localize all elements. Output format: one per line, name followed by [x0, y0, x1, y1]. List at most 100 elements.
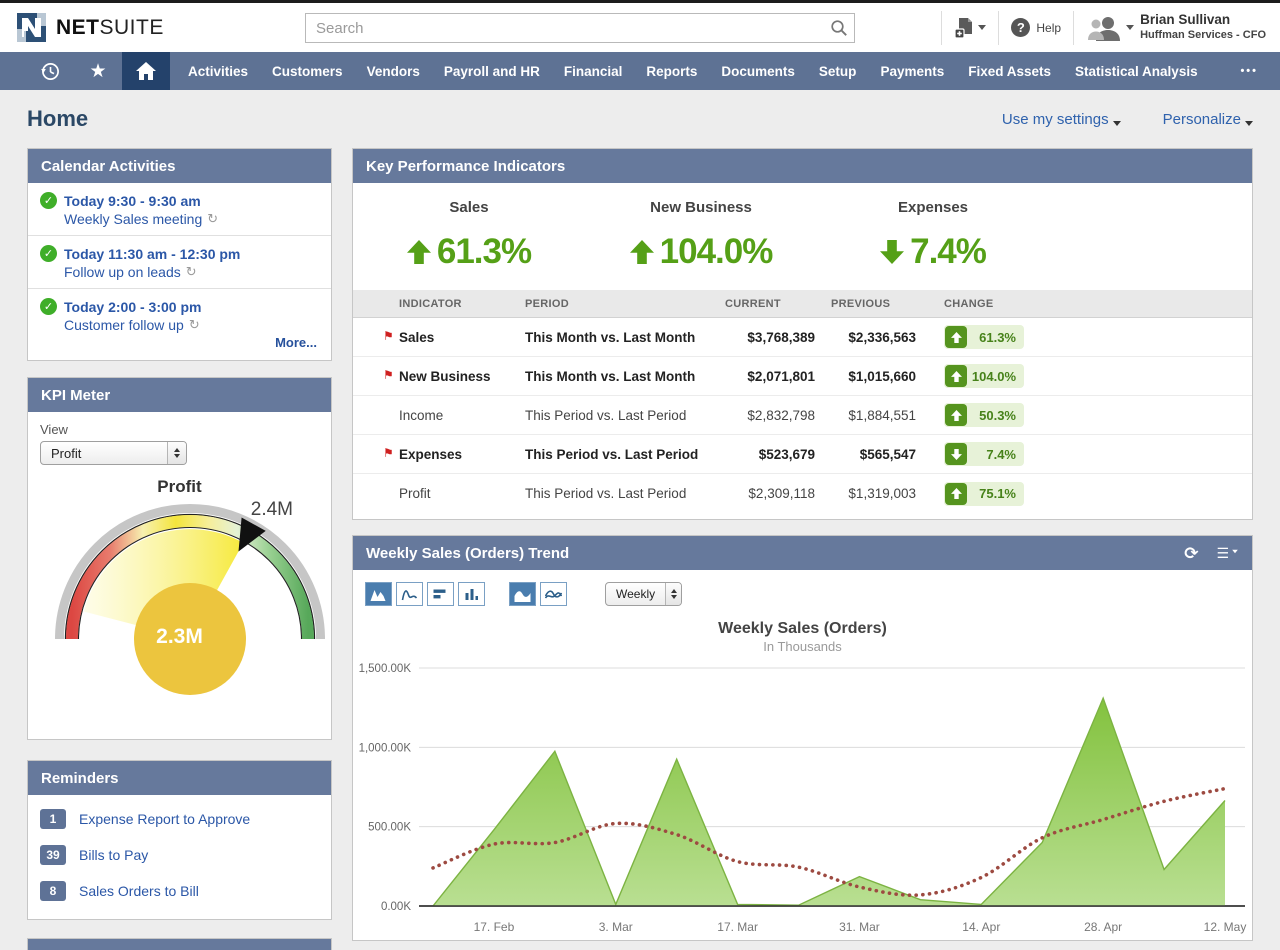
- kpi-highlight-sales[interactable]: Sales 61.3%: [353, 199, 585, 272]
- recurring-icon: ↻: [186, 264, 197, 280]
- kpi-row-income[interactable]: Income This Period vs. Last Period $2,83…: [353, 396, 1252, 435]
- svg-text:17. Feb: 17. Feb: [474, 920, 515, 934]
- kpi-view-select[interactable]: Profit: [40, 441, 187, 465]
- svg-text:28. Apr: 28. Apr: [1084, 920, 1122, 934]
- up-arrow-icon: [945, 365, 967, 387]
- chart-type-area-button[interactable]: [365, 582, 392, 606]
- netsuite-logo[interactable]: NETSUITE: [0, 12, 290, 43]
- recurring-icon: ↻: [189, 317, 200, 333]
- multi-line-button[interactable]: [540, 582, 567, 606]
- weekly-sales-trend-header[interactable]: Weekly Sales (Orders) Trend ⟳ ☰: [353, 536, 1252, 570]
- nav-item-reports[interactable]: Reports: [634, 64, 709, 79]
- col-current[interactable]: CURRENT: [725, 298, 815, 310]
- kpi-row-expenses[interactable]: ⚑Expenses This Period vs. Last Period $5…: [353, 435, 1252, 474]
- gauge-dial: [40, 499, 340, 699]
- settings-header[interactable]: Settings: [28, 939, 331, 950]
- kpi-meter-panel: KPI Meter View Profit Profit 2.4M: [27, 377, 332, 740]
- calendar-event[interactable]: ✓Today 11:30 am - 12:30 pm Follow up on …: [28, 236, 331, 289]
- event-name[interactable]: Weekly Sales meeting: [64, 211, 202, 227]
- kpi-panel-title: Key Performance Indicators: [366, 158, 565, 175]
- nav-item-vendors[interactable]: Vendors: [355, 64, 432, 79]
- weekly-sales-trend-title: Weekly Sales (Orders) Trend: [366, 545, 569, 562]
- kpi-row-new-business[interactable]: ⚑New Business This Month vs. Last Month …: [353, 357, 1252, 396]
- trend-up-arrow-icon: [630, 236, 654, 268]
- history-clock-icon: [40, 61, 61, 82]
- col-previous[interactable]: PREVIOUS: [831, 298, 916, 310]
- reminder-sales-orders[interactable]: 8 Sales Orders to Bill: [28, 873, 331, 909]
- reminder-expense-reports[interactable]: 1 Expense Report to Approve: [28, 801, 331, 837]
- nav-item-setup[interactable]: Setup: [807, 64, 869, 79]
- nav-item-documents[interactable]: Documents: [709, 64, 807, 79]
- count-badge: 8: [40, 881, 66, 901]
- chevron-down-icon: [1113, 121, 1121, 126]
- event-name[interactable]: Follow up on leads: [64, 264, 181, 280]
- nav-item-statistical-analysis[interactable]: Statistical Analysis: [1063, 64, 1210, 79]
- help-label: Help: [1036, 21, 1061, 35]
- chart-type-column-button[interactable]: [458, 582, 485, 606]
- netsuite-logo-icon: [16, 12, 47, 43]
- chart-type-hbar-button[interactable]: [427, 582, 454, 606]
- reminder-bills-to-pay[interactable]: 39 Bills to Pay: [28, 837, 331, 873]
- nav-item-payroll-hr[interactable]: Payroll and HR: [432, 64, 552, 79]
- calendar-event[interactable]: ✓Today 9:30 - 9:30 am Weekly Sales meeti…: [28, 183, 331, 236]
- kpi-meter-header[interactable]: KPI Meter: [28, 378, 331, 412]
- smooth-area-button[interactable]: [509, 582, 536, 606]
- refresh-icon[interactable]: ⟳: [1184, 545, 1198, 562]
- kpi-row-profit[interactable]: Profit This Period vs. Last Period $2,30…: [353, 474, 1252, 513]
- event-time: Today 2:00 - 3:00 pm: [64, 299, 201, 315]
- nav-item-customers[interactable]: Customers: [260, 64, 355, 79]
- kpi-panel-header[interactable]: Key Performance Indicators: [353, 149, 1252, 183]
- col-indicator[interactable]: INDICATOR: [353, 298, 525, 310]
- header-actions: ? Help Brian Sullivan Huffman Services -…: [929, 3, 1280, 52]
- select-stepper-icon: [665, 583, 681, 605]
- recent-records-button[interactable]: [26, 52, 74, 90]
- kpi-highlight-new-business[interactable]: New Business 104.0%: [585, 199, 817, 272]
- col-period[interactable]: PERIOD: [525, 298, 725, 310]
- kpi-highlight-expenses[interactable]: Expenses 7.4%: [817, 199, 1049, 272]
- chart-type-line-button[interactable]: [396, 582, 423, 606]
- calendar-event[interactable]: ✓Today 2:00 - 3:00 pm Customer follow up…: [28, 289, 331, 360]
- calendar-more-link[interactable]: More...: [40, 333, 319, 352]
- netsuite-dashboard: NETSUITE ? Help: [0, 0, 1280, 950]
- nav-item-activities[interactable]: Activities: [176, 64, 260, 79]
- personalize-label: Personalize: [1163, 111, 1241, 128]
- calendar-activities-header[interactable]: Calendar Activities: [28, 149, 331, 183]
- flag-icon: ⚑: [383, 329, 394, 343]
- settings-panel: Settings: [27, 938, 332, 950]
- svg-text:500.00K: 500.00K: [368, 822, 411, 834]
- flag-icon: ⚑: [383, 368, 394, 382]
- kpi-highlights: Sales 61.3% New Business 104.0%: [353, 183, 1252, 290]
- event-time: Today 9:30 - 9:30 am: [64, 193, 201, 209]
- panel-menu-icon[interactable]: ☰: [1216, 545, 1239, 562]
- chart-subtitle: In Thousands: [353, 639, 1252, 654]
- weekly-sales-chart[interactable]: 0.00K500.00K1,000.00K1,500.00K17. Feb3. …: [357, 658, 1245, 940]
- home-tab[interactable]: [122, 52, 170, 90]
- col-change[interactable]: CHANGE: [944, 298, 993, 310]
- use-my-settings-button[interactable]: Use my settings: [1002, 111, 1121, 128]
- personalize-button[interactable]: Personalize: [1163, 111, 1253, 128]
- nav-item-financial[interactable]: Financial: [552, 64, 635, 79]
- user-name: Brian Sullivan: [1140, 12, 1266, 29]
- kpi-view-value: Profit: [41, 446, 167, 461]
- svg-text:17. Mar: 17. Mar: [717, 920, 758, 934]
- kpi-highlight-value: 104.0%: [660, 232, 773, 272]
- create-new-button[interactable]: [954, 17, 986, 39]
- svg-text:1,000.00K: 1,000.00K: [359, 742, 412, 754]
- kpi-row-sales[interactable]: ⚑Sales This Month vs. Last Month $3,768,…: [353, 318, 1252, 357]
- reminders-header[interactable]: Reminders: [28, 761, 331, 795]
- kpi-highlight-value: 7.4%: [910, 232, 986, 272]
- shortcuts-button[interactable]: ★: [74, 52, 122, 90]
- event-name[interactable]: Customer follow up: [64, 317, 184, 333]
- nav-item-fixed-assets[interactable]: Fixed Assets: [956, 64, 1063, 79]
- search-icon[interactable]: [824, 19, 854, 37]
- search-input[interactable]: [306, 20, 824, 37]
- calendar-activities-panel: Calendar Activities ✓Today 9:30 - 9:30 a…: [27, 148, 332, 361]
- nav-more-button[interactable]: •••: [1240, 65, 1280, 77]
- nav-item-payments[interactable]: Payments: [868, 64, 956, 79]
- user-menu[interactable]: Brian Sullivan Huffman Services - CFO: [1086, 12, 1280, 43]
- period-select[interactable]: Weekly: [605, 582, 682, 606]
- trend-up-arrow-icon: [407, 236, 431, 268]
- trend-down-arrow-icon: [880, 236, 904, 268]
- help-button[interactable]: ? Help: [1011, 18, 1061, 37]
- svg-text:14. Apr: 14. Apr: [962, 920, 1000, 934]
